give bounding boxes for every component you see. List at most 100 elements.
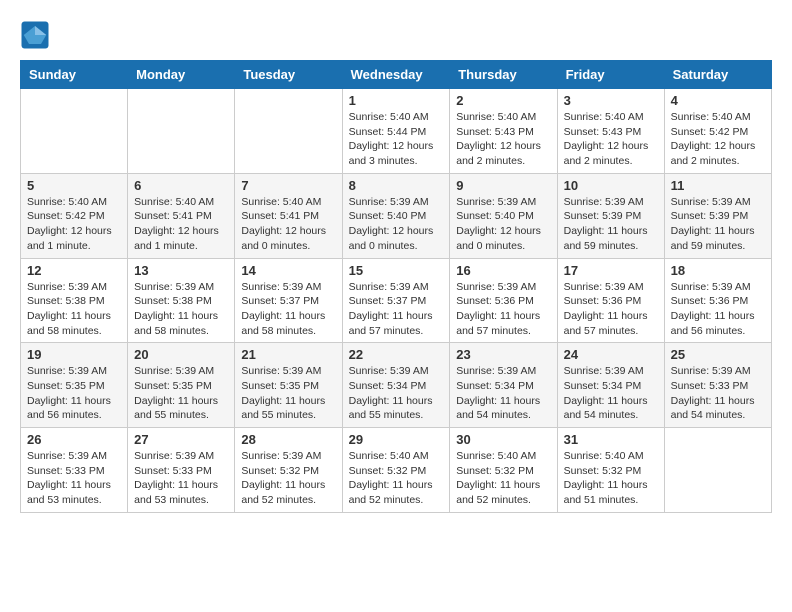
day-info: Sunrise: 5:40 AM Sunset: 5:42 PM Dayligh… [671, 110, 765, 169]
calendar-cell [235, 89, 342, 174]
day-info: Sunrise: 5:39 AM Sunset: 5:36 PM Dayligh… [564, 280, 658, 339]
calendar-cell: 28 Sunrise: 5:39 AM Sunset: 5:32 PM Dayli… [235, 428, 342, 513]
day-number: 24 [564, 347, 658, 362]
day-header-saturday: Saturday [664, 61, 771, 89]
day-info: Sunrise: 5:40 AM Sunset: 5:42 PM Dayligh… [27, 195, 121, 254]
day-number: 12 [27, 263, 121, 278]
day-info: Sunrise: 5:40 AM Sunset: 5:32 PM Dayligh… [456, 449, 550, 508]
day-info: Sunrise: 5:39 AM Sunset: 5:34 PM Dayligh… [456, 364, 550, 423]
day-info: Sunrise: 5:40 AM Sunset: 5:44 PM Dayligh… [349, 110, 444, 169]
calendar-cell: 27Sunrise: 5:39 AM Sunset: 5:33 PM Dayli… [128, 428, 235, 513]
day-info: Sunrise: 5:39 AM Sunset: 5:36 PM Dayligh… [671, 280, 765, 339]
logo-icon [20, 20, 50, 50]
day-info: Sunrise: 5:40 AM Sunset: 5:43 PM Dayligh… [456, 110, 550, 169]
day-info: Sunrise: 5:40 AM Sunset: 5:32 PM Dayligh… [564, 449, 658, 508]
calendar-cell: 18 Sunrise: 5:39 AM Sunset: 5:36 PM Dayli… [664, 258, 771, 343]
day-info: Sunrise: 5:39 AM Sunset: 5:38 PM Dayligh… [134, 280, 228, 339]
day-info: Sunrise: 5:39 AM Sunset: 5:38 PM Dayligh… [27, 280, 121, 339]
day-number: 28 [241, 432, 335, 447]
calendar-week-row: 19 Sunrise: 5:39 AM Sunset: 5:35 PM Dayli… [21, 343, 772, 428]
day-number: 5 [27, 178, 121, 193]
day-number: 19 [27, 347, 121, 362]
day-number: 18 [671, 263, 765, 278]
day-number: 20 [134, 347, 228, 362]
day-number: 30 [456, 432, 550, 447]
day-info: Sunrise: 5:39 AM Sunset: 5:35 PM Dayligh… [27, 364, 121, 423]
day-number: 1 [349, 93, 444, 108]
day-number: 7 [241, 178, 335, 193]
day-number: 9 [456, 178, 550, 193]
calendar-cell: 17 Sunrise: 5:39 AM Sunset: 5:36 PM Dayli… [557, 258, 664, 343]
day-info: Sunrise: 5:40 AM Sunset: 5:32 PM Dayligh… [349, 449, 444, 508]
day-header-tuesday: Tuesday [235, 61, 342, 89]
day-number: 16 [456, 263, 550, 278]
day-number: 8 [349, 178, 444, 193]
calendar-cell: 9Sunrise: 5:39 AM Sunset: 5:40 PM Daylig… [450, 173, 557, 258]
calendar-week-row: 5 Sunrise: 5:40 AM Sunset: 5:42 PM Daylig… [21, 173, 772, 258]
day-header-monday: Monday [128, 61, 235, 89]
calendar-cell: 1 Sunrise: 5:40 AM Sunset: 5:44 PM Daylig… [342, 89, 450, 174]
day-header-friday: Friday [557, 61, 664, 89]
calendar-cell: 25 Sunrise: 5:39 AM Sunset: 5:33 PM Dayli… [664, 343, 771, 428]
calendar-cell: 5 Sunrise: 5:40 AM Sunset: 5:42 PM Daylig… [21, 173, 128, 258]
day-number: 22 [349, 347, 444, 362]
day-number: 15 [349, 263, 444, 278]
calendar-cell [664, 428, 771, 513]
day-info: Sunrise: 5:39 AM Sunset: 5:33 PM Dayligh… [27, 449, 121, 508]
calendar-header-row: SundayMondayTuesdayWednesdayThursdayFrid… [21, 61, 772, 89]
day-number: 31 [564, 432, 658, 447]
day-info: Sunrise: 5:39 AM Sunset: 5:39 PM Dayligh… [564, 195, 658, 254]
day-info: Sunrise: 5:40 AM Sunset: 5:41 PM Dayligh… [241, 195, 335, 254]
day-info: Sunrise: 5:39 AM Sunset: 5:34 PM Dayligh… [564, 364, 658, 423]
calendar-cell: 6 Sunrise: 5:40 AM Sunset: 5:41 PM Daylig… [128, 173, 235, 258]
day-number: 13 [134, 263, 228, 278]
calendar-cell: 2 Sunrise: 5:40 AM Sunset: 5:43 PM Daylig… [450, 89, 557, 174]
day-header-wednesday: Wednesday [342, 61, 450, 89]
calendar-cell: 31 Sunrise: 5:40 AM Sunset: 5:32 PM Dayli… [557, 428, 664, 513]
day-info: Sunrise: 5:39 AM Sunset: 5:35 PM Dayligh… [241, 364, 335, 423]
day-number: 29 [349, 432, 444, 447]
calendar-cell: 24 Sunrise: 5:39 AM Sunset: 5:34 PM Dayli… [557, 343, 664, 428]
day-info: Sunrise: 5:40 AM Sunset: 5:43 PM Dayligh… [564, 110, 658, 169]
calendar-week-row: 26Sunrise: 5:39 AM Sunset: 5:33 PM Dayli… [21, 428, 772, 513]
day-number: 27 [134, 432, 228, 447]
day-number: 4 [671, 93, 765, 108]
day-header-sunday: Sunday [21, 61, 128, 89]
day-number: 6 [134, 178, 228, 193]
day-info: Sunrise: 5:39 AM Sunset: 5:33 PM Dayligh… [671, 364, 765, 423]
day-info: Sunrise: 5:40 AM Sunset: 5:41 PM Dayligh… [134, 195, 228, 254]
calendar-cell: 19 Sunrise: 5:39 AM Sunset: 5:35 PM Dayli… [21, 343, 128, 428]
day-number: 17 [564, 263, 658, 278]
calendar-cell: 10 Sunrise: 5:39 AM Sunset: 5:39 PM Dayli… [557, 173, 664, 258]
calendar-week-row: 1 Sunrise: 5:40 AM Sunset: 5:44 PM Daylig… [21, 89, 772, 174]
day-info: Sunrise: 5:39 AM Sunset: 5:40 PM Dayligh… [349, 195, 444, 254]
calendar-cell: 15Sunrise: 5:39 AM Sunset: 5:37 PM Dayli… [342, 258, 450, 343]
calendar-cell: 13 Sunrise: 5:39 AM Sunset: 5:38 PM Dayli… [128, 258, 235, 343]
calendar-cell: 29 Sunrise: 5:40 AM Sunset: 5:32 PM Dayli… [342, 428, 450, 513]
calendar-cell: 23 Sunrise: 5:39 AM Sunset: 5:34 PM Dayli… [450, 343, 557, 428]
day-number: 25 [671, 347, 765, 362]
calendar-cell: 11 Sunrise: 5:39 AM Sunset: 5:39 PM Dayli… [664, 173, 771, 258]
calendar-cell: 4 Sunrise: 5:40 AM Sunset: 5:42 PM Daylig… [664, 89, 771, 174]
page-header [20, 20, 772, 50]
calendar-week-row: 12 Sunrise: 5:39 AM Sunset: 5:38 PM Dayli… [21, 258, 772, 343]
calendar-cell: 26Sunrise: 5:39 AM Sunset: 5:33 PM Dayli… [21, 428, 128, 513]
calendar-cell: 8 Sunrise: 5:39 AM Sunset: 5:40 PM Daylig… [342, 173, 450, 258]
day-number: 23 [456, 347, 550, 362]
day-info: Sunrise: 5:39 AM Sunset: 5:34 PM Dayligh… [349, 364, 444, 423]
calendar-cell: 20 Sunrise: 5:39 AM Sunset: 5:35 PM Dayli… [128, 343, 235, 428]
day-number: 10 [564, 178, 658, 193]
calendar-cell: 16 Sunrise: 5:39 AM Sunset: 5:36 PM Dayli… [450, 258, 557, 343]
day-header-thursday: Thursday [450, 61, 557, 89]
calendar-cell: 7 Sunrise: 5:40 AM Sunset: 5:41 PM Daylig… [235, 173, 342, 258]
day-info: Sunrise: 5:39 AM Sunset: 5:36 PM Dayligh… [456, 280, 550, 339]
day-number: 2 [456, 93, 550, 108]
calendar-cell: 30 Sunrise: 5:40 AM Sunset: 5:32 PM Dayli… [450, 428, 557, 513]
calendar-cell [128, 89, 235, 174]
day-info: Sunrise: 5:39 AM Sunset: 5:32 PM Dayligh… [241, 449, 335, 508]
day-info: Sunrise: 5:39 AM Sunset: 5:39 PM Dayligh… [671, 195, 765, 254]
calendar-table: SundayMondayTuesdayWednesdayThursdayFrid… [20, 60, 772, 513]
calendar-cell [21, 89, 128, 174]
day-number: 11 [671, 178, 765, 193]
day-info: Sunrise: 5:39 AM Sunset: 5:35 PM Dayligh… [134, 364, 228, 423]
